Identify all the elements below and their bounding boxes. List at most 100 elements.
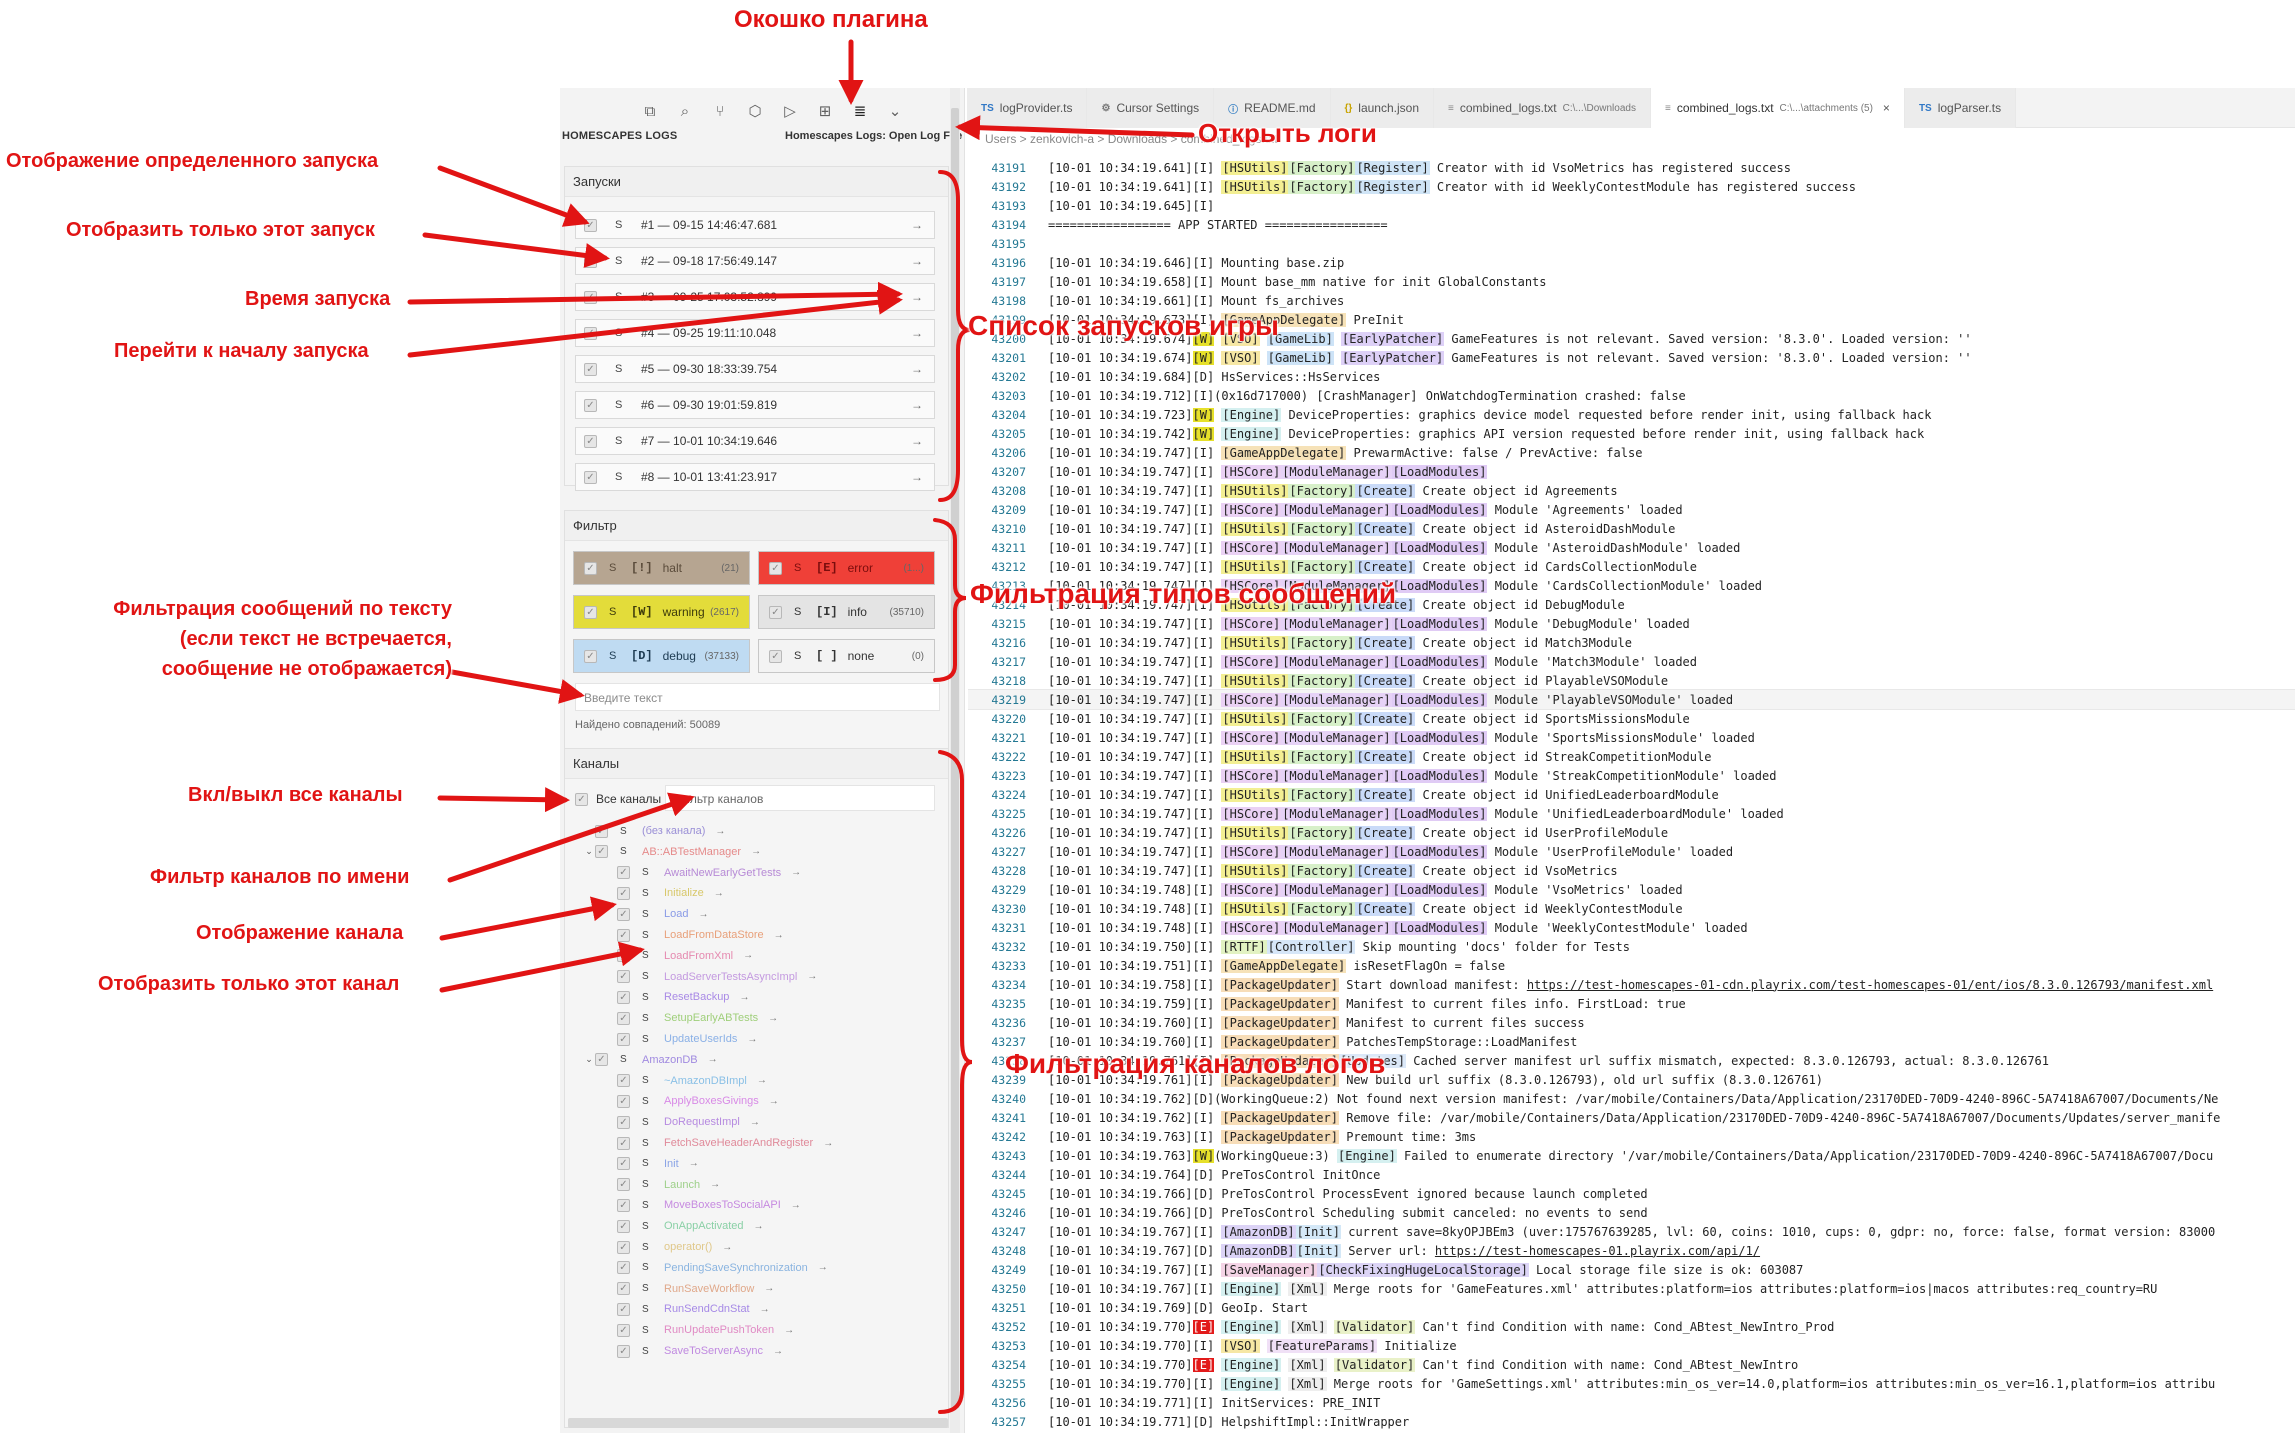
channel-go-icon[interactable]: → bbox=[708, 1054, 718, 1065]
go-to-run-icon[interactable]: → bbox=[910, 398, 924, 412]
channel-checkbox[interactable]: ✓ bbox=[617, 1219, 630, 1233]
channel-row[interactable]: ✓ S RunSendCdnStat → bbox=[605, 1299, 770, 1319]
log-line[interactable]: 43233 [10-01 10:34:19.751][I] [GameAppDel… bbox=[968, 956, 2295, 975]
channel-row[interactable]: ✓ S RunSaveWorkflow → bbox=[605, 1279, 774, 1299]
log-line[interactable]: 43197 [10-01 10:34:19.658][I] Mount base_… bbox=[968, 272, 2295, 291]
channel-go-icon[interactable]: → bbox=[791, 1200, 801, 1211]
channel-row[interactable]: ✓ S Load → bbox=[605, 904, 708, 924]
channel-checkbox[interactable]: ✓ bbox=[617, 1302, 630, 1316]
log-line[interactable]: 43209 [10-01 10:34:19.747][I] [HSCore] [Mo… bbox=[968, 500, 2295, 519]
extensions-icon[interactable]: ⊞ bbox=[815, 101, 835, 121]
channel-checkbox[interactable]: ✓ bbox=[617, 1011, 630, 1025]
log-line[interactable]: 43192 [10-01 10:34:19.641][I] [HSUtils] [F… bbox=[968, 177, 2295, 196]
channel-checkbox[interactable]: ✓ bbox=[617, 970, 630, 984]
channel-go-icon[interactable]: → bbox=[818, 1262, 828, 1273]
run-checkbox[interactable]: ✓ bbox=[584, 398, 597, 412]
channel-checkbox[interactable]: ✓ bbox=[617, 907, 630, 921]
channel-solo-button[interactable]: S bbox=[642, 1096, 654, 1107]
run-item[interactable]: ✓ S #8 — 10-01 13:41:23.917 → bbox=[575, 463, 935, 491]
run-debug-icon[interactable]: ▷ bbox=[780, 101, 800, 121]
run-solo-button[interactable]: S bbox=[615, 399, 627, 411]
log-line[interactable]: 43202 [10-01 10:34:19.684][D] HsServices:… bbox=[968, 367, 2295, 386]
run-solo-button[interactable]: S bbox=[615, 363, 627, 375]
filter-tile-halt[interactable]: ✓ S [!] halt (21) bbox=[573, 551, 750, 585]
channel-go-icon[interactable]: → bbox=[760, 1304, 770, 1315]
channel-solo-button[interactable]: S bbox=[642, 1158, 654, 1169]
filter-checkbox[interactable]: ✓ bbox=[769, 605, 782, 619]
channel-solo-button[interactable]: S bbox=[642, 1262, 654, 1273]
search-icon[interactable]: ⌕ bbox=[675, 101, 695, 121]
log-line[interactable]: 43201 [10-01 10:34:19.674][W] [VSO] [Game… bbox=[968, 348, 2295, 367]
log-line[interactable]: 43232 [10-01 10:34:19.750][I] [RTTF] [Cont… bbox=[968, 937, 2295, 956]
log-line[interactable]: 43256 [10-01 10:34:19.771][I] InitService… bbox=[968, 1393, 2295, 1412]
channel-solo-button[interactable]: S bbox=[642, 1304, 654, 1315]
source-control-icon[interactable]: ⑂ bbox=[710, 101, 730, 121]
channel-go-icon[interactable]: → bbox=[710, 1179, 720, 1190]
log-line[interactable]: 43225 [10-01 10:34:19.747][I] [HSCore] [Mo… bbox=[968, 804, 2295, 823]
log-line[interactable]: 43245 [10-01 10:34:19.766][D] PreTosContr… bbox=[968, 1184, 2295, 1203]
tab-0[interactable]: TS logProvider.ts bbox=[967, 88, 1088, 128]
channel-row[interactable]: ✓ S Init → bbox=[605, 1154, 699, 1174]
filter-checkbox[interactable]: ✓ bbox=[584, 605, 597, 619]
channel-solo-button[interactable]: S bbox=[642, 1200, 654, 1211]
copy-icon[interactable]: ⧉ bbox=[640, 101, 660, 121]
open-log-file-button[interactable]: Homescapes Logs: Open Log File bbox=[785, 130, 962, 142]
log-line[interactable]: 43234 [10-01 10:34:19.758][I] [PackageUpd… bbox=[968, 975, 2295, 994]
filter-checkbox[interactable]: ✓ bbox=[769, 561, 782, 575]
channel-solo-button[interactable]: S bbox=[642, 1013, 654, 1024]
run-item[interactable]: ✓ S #3 — 09-25 17:03:52.899 → bbox=[575, 283, 935, 311]
channel-row[interactable]: ✓ S (без канала) → bbox=[583, 821, 725, 841]
channel-go-icon[interactable]: → bbox=[754, 1221, 764, 1232]
go-to-run-icon[interactable]: → bbox=[910, 326, 924, 340]
log-line[interactable]: 43196 [10-01 10:34:19.646][I] Mounting ba… bbox=[968, 253, 2295, 272]
log-line[interactable]: 43220 [10-01 10:34:19.747][I] [HSUtils] [F… bbox=[968, 709, 2295, 728]
filter-checkbox[interactable]: ✓ bbox=[769, 649, 782, 663]
filter-solo-button[interactable]: S bbox=[609, 562, 621, 574]
log-line[interactable]: 43252 [10-01 10:34:19.770][E] [Engine] [X… bbox=[968, 1317, 2295, 1336]
log-line[interactable]: 43207 [10-01 10:34:19.747][I] [HSCore] [Mo… bbox=[968, 462, 2295, 481]
channel-solo-button[interactable]: S bbox=[642, 1346, 654, 1357]
filter-checkbox[interactable]: ✓ bbox=[584, 561, 597, 575]
log-line[interactable]: 43246 [10-01 10:34:19.766][D] PreTosContr… bbox=[968, 1203, 2295, 1222]
channel-solo-button[interactable]: S bbox=[642, 971, 654, 982]
close-icon[interactable]: × bbox=[1883, 101, 1890, 115]
log-line[interactable]: 43195 bbox=[968, 234, 2295, 253]
channel-solo-button[interactable]: S bbox=[642, 1138, 654, 1149]
channel-solo-button[interactable]: S bbox=[642, 1325, 654, 1336]
run-item[interactable]: ✓ S #4 — 09-25 19:11:10.048 → bbox=[575, 319, 935, 347]
log-line[interactable]: 43242 [10-01 10:34:19.763][I] [PackageUpd… bbox=[968, 1127, 2295, 1146]
channel-row[interactable]: ✓ S UpdateUserIds → bbox=[605, 1029, 757, 1049]
log-line[interactable]: 43244 [10-01 10:34:19.764][D] PreTosContr… bbox=[968, 1165, 2295, 1184]
run-item[interactable]: ✓ S #7 — 10-01 10:34:19.646 → bbox=[575, 427, 935, 455]
channel-solo-button[interactable]: S bbox=[642, 1075, 654, 1086]
run-solo-button[interactable]: S bbox=[615, 255, 627, 267]
go-to-run-icon[interactable]: → bbox=[910, 362, 924, 376]
all-channels-toggle[interactable]: ✓ Все каналы bbox=[575, 789, 661, 809]
filter-tile-error[interactable]: ✓ S [E] error (1...) bbox=[758, 551, 935, 585]
log-line[interactable]: 43221 [10-01 10:34:19.747][I] [HSCore] [Mo… bbox=[968, 728, 2295, 747]
log-line[interactable]: 43247 [10-01 10:34:19.767][I] [AmazonDB][… bbox=[968, 1222, 2295, 1241]
channel-go-icon[interactable]: → bbox=[751, 846, 761, 857]
log-line[interactable]: 43257 [10-01 10:34:19.771][D] HelpshiftIm… bbox=[968, 1412, 2295, 1431]
channel-row[interactable]: ✓ S DoRequestImpl → bbox=[605, 1112, 760, 1132]
filter-tile-warning[interactable]: ✓ S [W] warning (2617) bbox=[573, 595, 750, 629]
run-solo-button[interactable]: S bbox=[615, 291, 627, 303]
channel-go-icon[interactable]: → bbox=[698, 909, 708, 920]
channel-checkbox[interactable]: ✓ bbox=[617, 866, 630, 880]
channel-solo-button[interactable]: S bbox=[642, 1283, 654, 1294]
go-to-run-icon[interactable]: → bbox=[910, 218, 924, 232]
go-to-run-icon[interactable]: → bbox=[910, 290, 924, 304]
channel-checkbox[interactable]: ✓ bbox=[617, 1136, 630, 1150]
run-checkbox[interactable]: ✓ bbox=[584, 470, 597, 484]
log-line[interactable]: 43236 [10-01 10:34:19.760][I] [PackageUpd… bbox=[968, 1013, 2295, 1032]
filter-tile-debug[interactable]: ✓ S [D] debug (37133) bbox=[573, 639, 750, 673]
log-line[interactable]: 43253 [10-01 10:34:19.770][I] [VSO] [Feat… bbox=[968, 1336, 2295, 1355]
tab-6[interactable]: TS logParser.ts bbox=[1904, 88, 2017, 128]
channel-solo-button[interactable]: S bbox=[642, 950, 654, 961]
run-item[interactable]: ✓ S #1 — 09-15 14:46:47.681 → bbox=[575, 211, 935, 239]
log-line[interactable]: 43194 ================= APP STARTED =====… bbox=[968, 215, 2295, 234]
channel-solo-button[interactable]: S bbox=[620, 826, 632, 837]
channel-row[interactable]: ✓ S Initialize → bbox=[605, 883, 724, 903]
tab-4[interactable]: ≡ combined_logs.txt C:\...\Downloads bbox=[1434, 88, 1651, 128]
log-line[interactable]: 43243 [10-01 10:34:19.763][W](WorkingQueu… bbox=[968, 1146, 2295, 1165]
